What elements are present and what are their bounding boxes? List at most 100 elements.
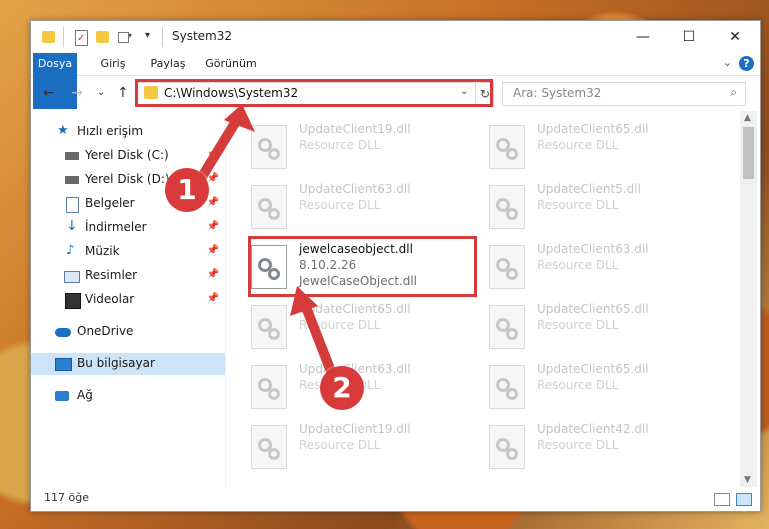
large-icons-view-icon[interactable]: [736, 493, 752, 506]
maximize-button[interactable]: ☐: [666, 21, 712, 53]
network-icon: [55, 391, 69, 401]
file-item[interactable]: UpdateClient5.dll Resource DLL: [464, 179, 694, 235]
nav-item-downloads[interactable]: ↓ İndirmeler 📌: [31, 217, 225, 239]
file-item[interactable]: UpdateClient63.dll Resource DLL: [226, 179, 456, 235]
file-name: UpdateClient65.dll: [537, 122, 649, 136]
file-name: UpdateClient65.dll: [537, 302, 649, 316]
pin-icon: 📌: [206, 173, 219, 184]
scroll-up-icon[interactable]: ▲: [744, 113, 751, 123]
folder-icon: [41, 29, 57, 45]
back-arrow-icon[interactable]: ←: [43, 85, 55, 101]
nav-item-local-disk-c[interactable]: Yerel Disk (C:) 📌: [31, 145, 225, 167]
file-name: UpdateClient65.dll: [299, 302, 411, 316]
file-name: UpdateClient65.dll: [537, 362, 649, 376]
videos-icon: [65, 293, 81, 309]
close-button[interactable]: ✕: [712, 21, 758, 53]
file-description: Resource DLL: [537, 318, 619, 332]
help-button[interactable]: ?: [739, 56, 754, 71]
dll-file-icon: [251, 185, 287, 229]
recent-locations-chevron-icon[interactable]: ⌄: [97, 87, 105, 98]
file-description: Resource DLL: [299, 198, 381, 212]
file-name: UpdateClient19.dll: [299, 122, 411, 136]
search-input[interactable]: Ara: System32 ⌕: [502, 82, 746, 106]
nav-item-label: Müzik: [85, 244, 120, 258]
nav-item-music[interactable]: ♪ Müzik 📌: [31, 241, 225, 263]
callout-1: 1: [165, 168, 209, 212]
file-description: Resource DLL: [537, 378, 619, 392]
status-bar: 117 öğe: [31, 487, 760, 511]
nav-item-videos[interactable]: Videolar 📌: [31, 289, 225, 311]
cloud-icon: [55, 328, 71, 337]
search-icon[interactable]: ⌕: [730, 85, 737, 100]
title-separator-2: [162, 27, 163, 47]
customize-toolbar-icon[interactable]: ▾: [117, 29, 133, 45]
callout-2: 2: [320, 366, 364, 410]
file-item[interactable]: UpdateClient65.dll Resource DLL: [464, 299, 694, 355]
pin-icon: 📌: [206, 149, 219, 160]
file-highlight-box: [248, 236, 477, 297]
nav-item-onedrive[interactable]: OneDrive: [31, 321, 225, 343]
pin-icon: 📌: [206, 293, 219, 304]
dll-file-icon: [489, 305, 525, 349]
dll-file-icon: [489, 425, 525, 469]
dll-file-icon: [489, 185, 525, 229]
file-item[interactable]: UpdateClient65.dll Resource DLL: [464, 119, 694, 175]
search-placeholder: Ara: System32: [513, 86, 602, 100]
dll-file-icon: [489, 365, 525, 409]
file-name: UpdateClient5.dll: [537, 182, 641, 196]
file-item[interactable]: UpdateClient63.dll Resource DLL: [464, 239, 694, 295]
file-item[interactable]: UpdateClient65.dll Resource DLL: [464, 359, 694, 415]
nav-item-quick-access[interactable]: ★ Hızlı erişim: [31, 121, 225, 143]
file-description: Resource DLL: [299, 318, 381, 332]
expand-ribbon-icon[interactable]: ⌄: [723, 56, 732, 69]
file-item[interactable]: UpdateClient42.dll Resource DLL: [464, 419, 694, 475]
minimize-button[interactable]: —: [620, 21, 666, 53]
scroll-down-icon[interactable]: ▼: [744, 475, 751, 485]
file-description: Resource DLL: [537, 138, 619, 152]
file-item[interactable]: UpdateClient19.dll Resource DLL: [226, 119, 456, 175]
title-bar: ✓ ▾ ▾ System32 — ☐ ✕: [31, 21, 760, 53]
new-folder-icon[interactable]: [95, 29, 111, 45]
quick-access-dropdown-icon[interactable]: ▾: [145, 30, 150, 41]
nav-item-pictures[interactable]: Resimler 📌: [31, 265, 225, 287]
scroll-thumb[interactable]: [743, 127, 754, 179]
forward-arrow-icon[interactable]: →: [71, 85, 83, 101]
nav-item-label: Belgeler: [85, 196, 135, 210]
properties-icon[interactable]: ✓: [73, 29, 89, 46]
file-item[interactable]: UpdateClient19.dll Resource DLL: [226, 419, 456, 475]
dll-file-icon: [251, 365, 287, 409]
details-view-icon[interactable]: [714, 493, 730, 506]
file-name: UpdateClient63.dll: [299, 182, 411, 196]
dll-file-icon: [251, 125, 287, 169]
address-highlight-box: [135, 79, 493, 107]
computer-icon: [55, 358, 72, 371]
nav-item-this-pc[interactable]: Bu bilgisayar: [31, 353, 225, 375]
title-separator: [63, 27, 64, 47]
file-description: Resource DLL: [537, 438, 619, 452]
nav-item-label: Bu bilgisayar: [77, 356, 155, 370]
nav-item-label: Resimler: [85, 268, 138, 282]
nav-item-label: Ağ: [77, 388, 93, 402]
tab-view[interactable]: Görünüm: [201, 53, 261, 75]
file-description: Resource DLL: [299, 138, 381, 152]
nav-item-label: Hızlı erişim: [77, 124, 144, 138]
drive-icon: [65, 152, 79, 160]
vertical-scrollbar[interactable]: ▲ ▼: [740, 111, 757, 487]
tab-share[interactable]: Paylaş: [143, 53, 193, 75]
nav-item-label: OneDrive: [77, 324, 134, 338]
nav-item-label: İndirmeler: [85, 220, 147, 234]
nav-item-network[interactable]: Ağ: [31, 385, 225, 407]
tab-home[interactable]: Giriş: [91, 53, 135, 75]
file-name: UpdateClient19.dll: [299, 422, 411, 436]
dll-file-icon: [251, 425, 287, 469]
window-title: System32: [172, 29, 233, 43]
file-description: Resource DLL: [537, 258, 619, 272]
up-arrow-icon[interactable]: ↑: [117, 85, 129, 101]
file-description: Resource DLL: [537, 198, 619, 212]
pictures-icon: [64, 271, 80, 283]
file-item[interactable]: UpdateClient65.dll Resource DLL: [226, 299, 456, 355]
explorer-window: ✓ ▾ ▾ System32 — ☐ ✕ Dosya Giriş Paylaş …: [30, 20, 761, 512]
nav-item-label: Videolar: [85, 292, 135, 306]
drive-icon: [65, 176, 79, 184]
dll-file-icon: [251, 305, 287, 349]
